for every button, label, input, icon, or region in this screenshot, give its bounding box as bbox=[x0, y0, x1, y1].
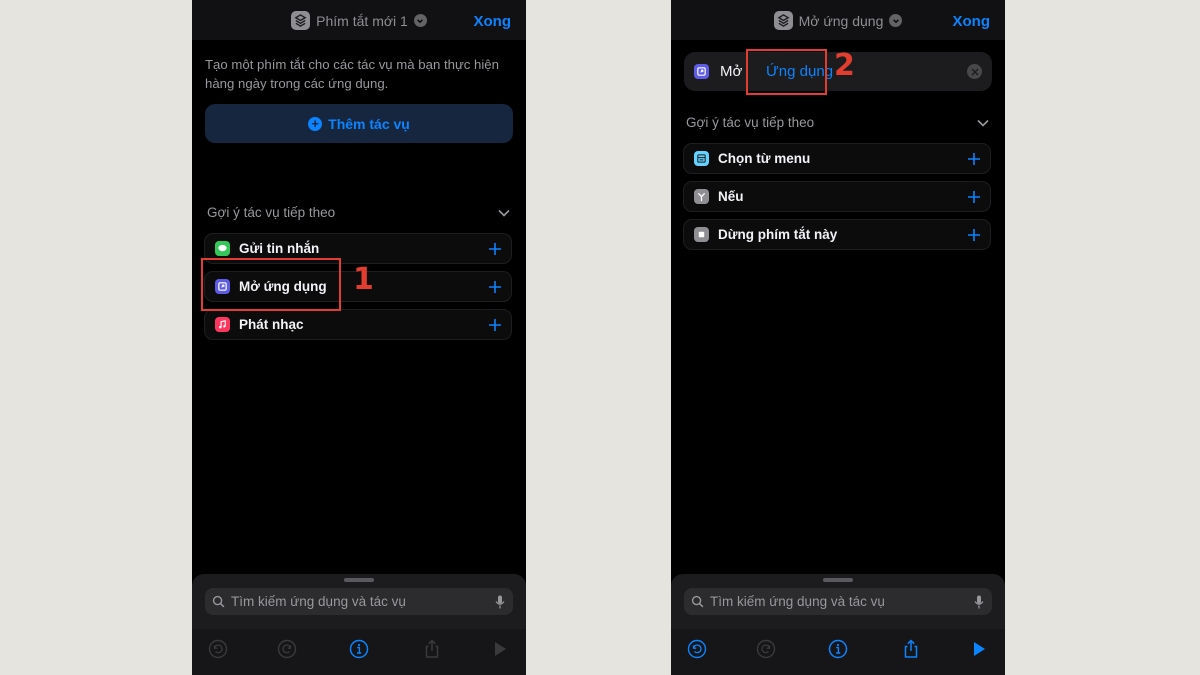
undo-icon[interactable] bbox=[687, 639, 707, 659]
suggestion-label: Dừng phím tắt này bbox=[718, 227, 838, 242]
suggestions-header-label: Gợi ý tác vụ tiếp theo bbox=[207, 205, 336, 220]
suggestion-row-if[interactable]: Nếu bbox=[683, 181, 991, 212]
plus-circle-icon: + bbox=[308, 116, 323, 131]
shortcuts-app-icon bbox=[291, 11, 311, 30]
shortcuts-app-icon bbox=[773, 11, 793, 30]
sheet-grabber[interactable] bbox=[823, 578, 853, 582]
menu-icon bbox=[694, 151, 709, 166]
info-icon[interactable] bbox=[349, 639, 369, 659]
step-2-highlight-box bbox=[746, 49, 827, 95]
messages-icon bbox=[215, 241, 230, 256]
suggestion-label: Gửi tin nhắn bbox=[239, 241, 320, 256]
microphone-icon[interactable] bbox=[974, 595, 984, 609]
add-icon[interactable] bbox=[488, 318, 502, 332]
add-icon[interactable] bbox=[967, 228, 981, 242]
editor-toolbar bbox=[192, 629, 526, 675]
suggestion-row-play-music[interactable]: Phát nhạc bbox=[204, 309, 512, 340]
music-icon bbox=[215, 317, 230, 332]
share-icon[interactable] bbox=[901, 639, 921, 659]
step-1-highlight-box bbox=[201, 258, 341, 311]
chevron-down-icon bbox=[889, 14, 903, 27]
search-icon bbox=[212, 595, 225, 608]
suggestion-label: Phát nhạc bbox=[239, 317, 304, 332]
if-branch-icon bbox=[694, 189, 709, 204]
play-icon[interactable] bbox=[490, 639, 510, 659]
undo-icon[interactable] bbox=[208, 639, 228, 659]
chevron-down-icon bbox=[413, 14, 427, 27]
microphone-icon[interactable] bbox=[495, 595, 505, 609]
share-icon[interactable] bbox=[422, 639, 442, 659]
chevron-down-icon bbox=[977, 119, 989, 127]
action-search-sheet: Tìm kiếm ứng dụng và tác vụ bbox=[671, 574, 1005, 675]
done-button[interactable]: Xong bbox=[474, 13, 512, 30]
clear-icon[interactable] bbox=[967, 64, 982, 79]
add-icon[interactable] bbox=[488, 280, 502, 294]
suggestions-header-label: Gợi ý tác vụ tiếp theo bbox=[686, 115, 815, 130]
shortcut-title: Mở ứng dụng bbox=[798, 12, 884, 29]
done-button[interactable]: Xong bbox=[953, 13, 991, 30]
suggestion-label: Nếu bbox=[718, 189, 744, 204]
play-icon[interactable] bbox=[969, 639, 989, 659]
search-icon bbox=[691, 595, 704, 608]
shortcut-title: Phím tắt mới 1 bbox=[316, 12, 408, 29]
intro-text: Tạo một phím tắt cho các tác vụ mà bạn t… bbox=[205, 57, 499, 91]
suggestions-header[interactable]: Gợi ý tác vụ tiếp theo bbox=[207, 205, 511, 220]
info-icon[interactable] bbox=[828, 639, 848, 659]
add-action-button[interactable]: + Thêm tác vụ bbox=[205, 104, 513, 143]
redo-icon[interactable] bbox=[277, 639, 297, 659]
search-field[interactable]: Tìm kiếm ứng dụng và tác vụ bbox=[684, 588, 992, 615]
search-field[interactable]: Tìm kiếm ứng dụng và tác vụ bbox=[205, 588, 513, 615]
add-icon[interactable] bbox=[967, 190, 981, 204]
chevron-down-icon bbox=[498, 209, 510, 217]
suggestion-label: Chọn từ menu bbox=[718, 151, 811, 166]
redo-icon[interactable] bbox=[756, 639, 776, 659]
add-action-label: Thêm tác vụ bbox=[328, 115, 410, 132]
suggestion-row-stop-shortcut[interactable]: Dừng phím tắt này bbox=[683, 219, 991, 250]
sheet-grabber[interactable] bbox=[344, 578, 374, 582]
nav-bar: Mở ứng dụng Xong bbox=[671, 0, 1005, 40]
search-placeholder: Tìm kiếm ứng dụng và tác vụ bbox=[710, 594, 885, 609]
add-icon[interactable] bbox=[967, 152, 981, 166]
search-placeholder: Tìm kiếm ứng dụng và tác vụ bbox=[231, 594, 406, 609]
action-verb: Mở bbox=[720, 63, 743, 80]
nav-bar: Phím tắt mới 1 Xong bbox=[192, 0, 526, 40]
open-app-icon bbox=[694, 64, 709, 79]
phone-screen-right: Mở ứng dụng Xong Mở Ứng dụng Gợi ý tác v… bbox=[671, 0, 1005, 675]
editor-toolbar bbox=[671, 629, 1005, 675]
action-search-sheet: Tìm kiếm ứng dụng và tác vụ bbox=[192, 574, 526, 675]
phone-screen-left: Phím tắt mới 1 Xong Tạo một phím tắt cho… bbox=[192, 0, 526, 675]
step-2-number: 2 bbox=[834, 48, 855, 83]
suggestion-row-choose-from-menu[interactable]: Chọn từ menu bbox=[683, 143, 991, 174]
suggestions-header[interactable]: Gợi ý tác vụ tiếp theo bbox=[686, 115, 990, 130]
add-icon[interactable] bbox=[488, 242, 502, 256]
step-1-number: 1 bbox=[353, 262, 374, 297]
stop-icon bbox=[694, 227, 709, 242]
